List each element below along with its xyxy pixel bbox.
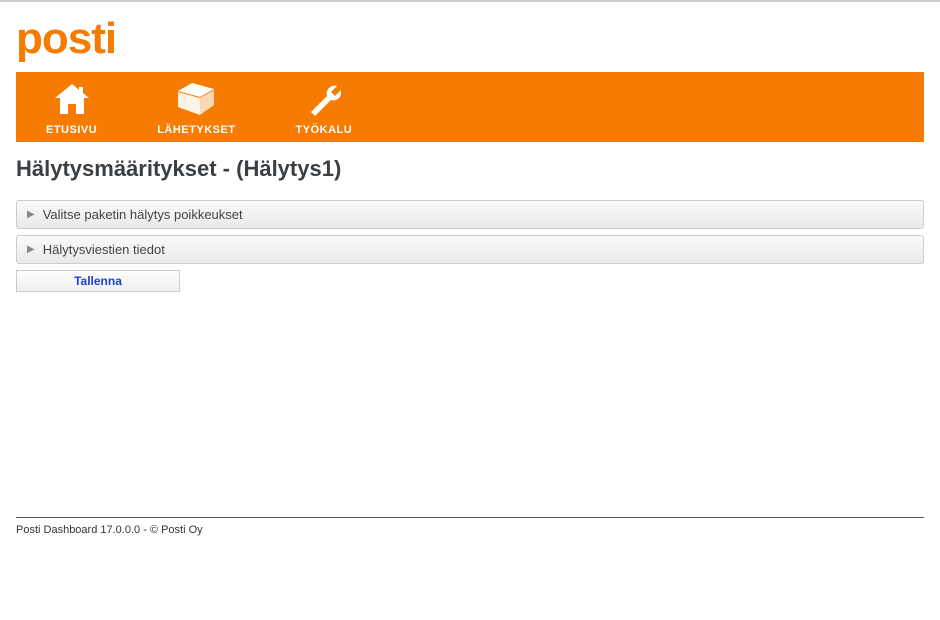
wrench-icon — [307, 80, 341, 118]
nav-item-lahetykset[interactable]: LÄHETYKSET — [127, 80, 265, 136]
save-button[interactable]: Tallenna — [16, 270, 180, 292]
footer-text: Posti Dashboard 17.0.0.0 - © Posti Oy — [16, 524, 924, 536]
logo-bar: posti — [0, 2, 940, 72]
content-area: Hälytysmääritykset - (Hälytys1) ▶ Valits… — [0, 142, 940, 306]
nav-item-etusivu[interactable]: ETUSIVU — [16, 80, 127, 136]
nav-label: ETUSIVU — [46, 124, 97, 136]
box-icon — [178, 80, 214, 118]
footer-divider — [16, 517, 924, 518]
nav-label: TYÖKALU — [296, 124, 353, 136]
posti-logo: posti — [16, 14, 116, 64]
page-title: Hälytysmääritykset - (Hälytys1) — [16, 156, 924, 182]
accordion-label: Hälytysviestien tiedot — [43, 242, 165, 257]
main-nav: ETUSIVU LÄHETYKSET TYÖKALU — [16, 72, 924, 142]
nav-item-tyokalu[interactable]: TYÖKALU — [266, 80, 383, 136]
footer: Posti Dashboard 17.0.0.0 - © Posti Oy — [16, 517, 924, 536]
accordion-label: Valitse paketin hälytys poikkeukset — [43, 207, 243, 222]
caret-right-icon: ▶ — [27, 209, 35, 220]
caret-right-icon: ▶ — [27, 244, 35, 255]
accordion-exceptions[interactable]: ▶ Valitse paketin hälytys poikkeukset — [16, 200, 924, 229]
home-icon — [55, 80, 89, 118]
nav-label: LÄHETYKSET — [157, 124, 235, 136]
logo-text: posti — [16, 14, 116, 63]
accordion-message-info[interactable]: ▶ Hälytysviestien tiedot — [16, 235, 924, 264]
